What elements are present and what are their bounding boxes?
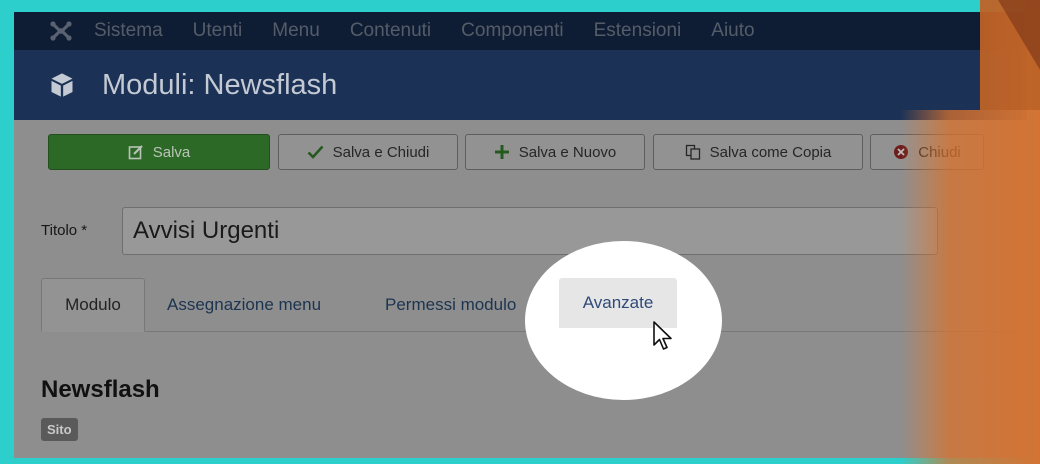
tab-permessi-modulo[interactable]: Permessi modulo <box>385 278 516 332</box>
title-input[interactable]: Avvisi Urgenti <box>122 207 938 255</box>
save-button-label: Salva <box>152 143 191 161</box>
mouse-pointer-icon <box>653 321 672 350</box>
close-circle-icon <box>894 145 909 159</box>
copy-icon <box>685 144 700 160</box>
tab-assegnazione-menu-label: Assegnazione menu <box>167 295 322 314</box>
action-toolbar: Salva Salva e Chiudi Salva e Nuovo Salva… <box>14 120 1027 192</box>
save-button[interactable]: Salva <box>48 134 270 170</box>
nav-item-estensioni[interactable]: Estensioni <box>594 20 682 42</box>
checkmark-icon <box>307 145 324 159</box>
tab-assegnazione-menu[interactable]: Assegnazione menu <box>167 278 321 332</box>
admin-screen: Sistema Utenti Menu Contenuti Componenti… <box>14 12 1027 458</box>
nav-item-contenuti[interactable]: Contenuti <box>350 20 431 42</box>
tab-permessi-modulo-label: Permessi modulo <box>385 295 517 314</box>
save-as-copy-button[interactable]: Salva come Copia <box>653 134 863 170</box>
edit-icon <box>128 145 143 160</box>
plus-icon <box>494 145 509 159</box>
title-field-label: Titolo * <box>41 222 88 239</box>
save-and-close-button[interactable]: Salva e Chiudi <box>278 134 458 170</box>
page-header: Moduli: Newsflash <box>14 50 1027 120</box>
nav-item-utenti[interactable]: Utenti <box>193 20 243 42</box>
close-button[interactable]: Chiudi <box>870 134 984 170</box>
page-title: Moduli: Newsflash <box>102 68 338 101</box>
nav-item-menu[interactable]: Menu <box>272 20 320 42</box>
save-and-close-label: Salva e Chiudi <box>332 143 430 161</box>
close-button-label: Chiudi <box>918 143 961 161</box>
cube-icon <box>51 73 73 97</box>
tab-modulo[interactable]: Modulo <box>41 278 145 332</box>
save-and-new-button[interactable]: Salva e Nuovo <box>465 134 645 170</box>
nav-item-sistema[interactable]: Sistema <box>94 20 163 42</box>
section-title: Newsflash <box>41 376 160 403</box>
site-badge: Sito <box>41 418 78 441</box>
tab-modulo-label: Modulo <box>65 295 121 314</box>
nav-item-aiuto[interactable]: Aiuto <box>711 20 754 42</box>
screenshot-frame: Sistema Utenti Menu Contenuti Componenti… <box>0 0 1040 464</box>
save-and-new-label: Salva e Nuovo <box>518 143 617 161</box>
tab-avanzate-label: Avanzate <box>582 293 654 312</box>
save-as-copy-label: Salva come Copia <box>709 143 832 161</box>
nav-item-componenti[interactable]: Componenti <box>461 20 563 42</box>
joomla-logo-icon[interactable] <box>46 16 76 46</box>
top-navbar: Sistema Utenti Menu Contenuti Componenti… <box>14 12 1027 50</box>
